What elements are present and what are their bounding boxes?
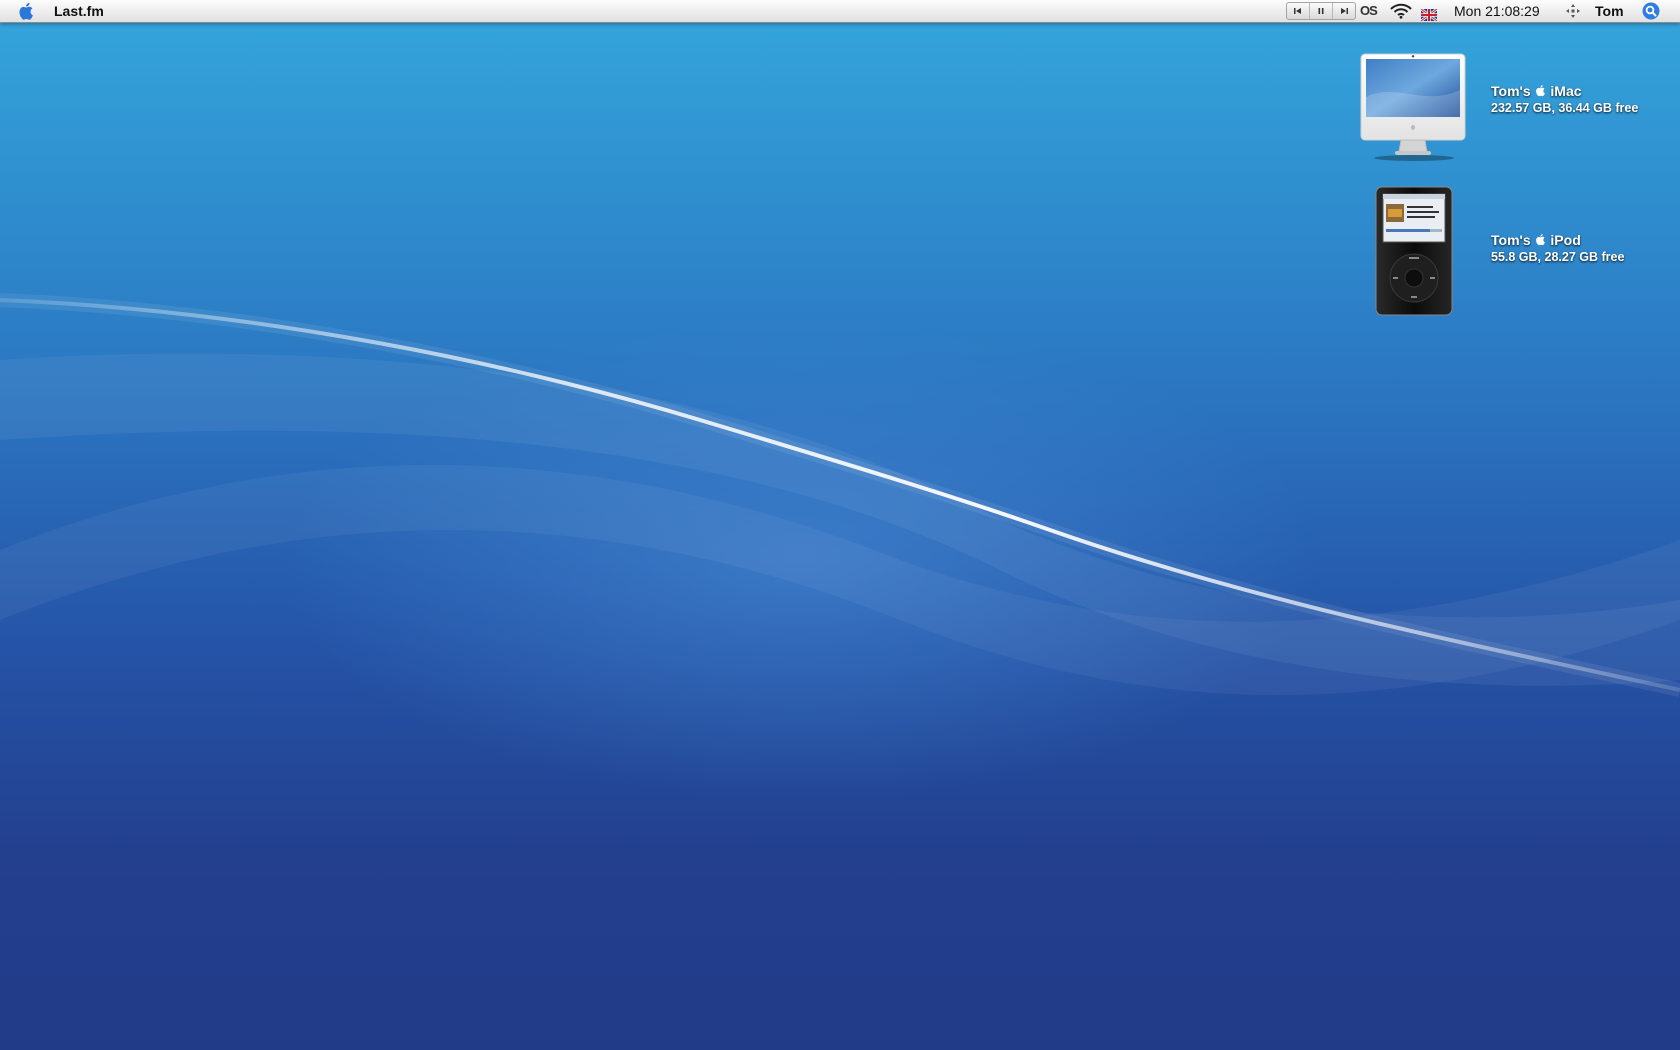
spotlight-search-icon[interactable]: [1642, 2, 1660, 20]
imac-icon: [1355, 52, 1473, 182]
volume-owner: Tom's: [1491, 83, 1531, 99]
lastfm-status-icon[interactable]: OS: [1360, 0, 1378, 22]
ipod-icon: [1355, 186, 1473, 316]
desktop-icon-ipod[interactable]: Tom's iPod 55.8 GB, 28.27 GB free: [1355, 186, 1675, 318]
menu-bar: Last.fm OS Mon 21:08:29 Tom: [0, 0, 1680, 23]
media-controls: [1286, 2, 1356, 20]
uk-flag-icon[interactable]: [1420, 5, 1438, 23]
volume-capacity: 55.8 GB, 28.27 GB free: [1491, 250, 1625, 264]
volume-capacity: 232.57 GB, 36.44 GB free: [1491, 101, 1639, 115]
apple-logo-icon: [1535, 232, 1551, 248]
volume-owner: Tom's: [1491, 232, 1531, 248]
apple-logo-icon: [1535, 83, 1551, 99]
desktop-icon-imac[interactable]: Tom's iMac 232.57 GB, 36.44 GB free: [1355, 52, 1675, 164]
desktop: Last.fm OS Mon 21:08:29 Tom Tom's iMac 2…: [0, 0, 1680, 1050]
app-name-menu[interactable]: Last.fm: [54, 0, 104, 22]
volume-device: iMac: [1550, 83, 1582, 99]
next-track-icon[interactable]: [1333, 3, 1355, 19]
apple-menu-icon[interactable]: [18, 0, 38, 22]
previous-track-icon[interactable]: [1287, 3, 1310, 19]
pause-icon[interactable]: [1310, 3, 1333, 19]
volume-name: Tom's iMac: [1491, 82, 1638, 100]
volume-label: Tom's iMac 232.57 GB, 36.44 GB free: [1491, 82, 1638, 116]
volume-name: Tom's iPod: [1491, 231, 1624, 249]
wifi-icon[interactable]: [1390, 3, 1412, 19]
fast-user-switch-menu[interactable]: Tom: [1595, 0, 1624, 22]
spaces-icon[interactable]: [1565, 3, 1581, 19]
volume-device: iPod: [1550, 232, 1581, 248]
volume-label: Tom's iPod 55.8 GB, 28.27 GB free: [1491, 231, 1624, 265]
menu-clock[interactable]: Mon 21:08:29: [1454, 0, 1540, 22]
